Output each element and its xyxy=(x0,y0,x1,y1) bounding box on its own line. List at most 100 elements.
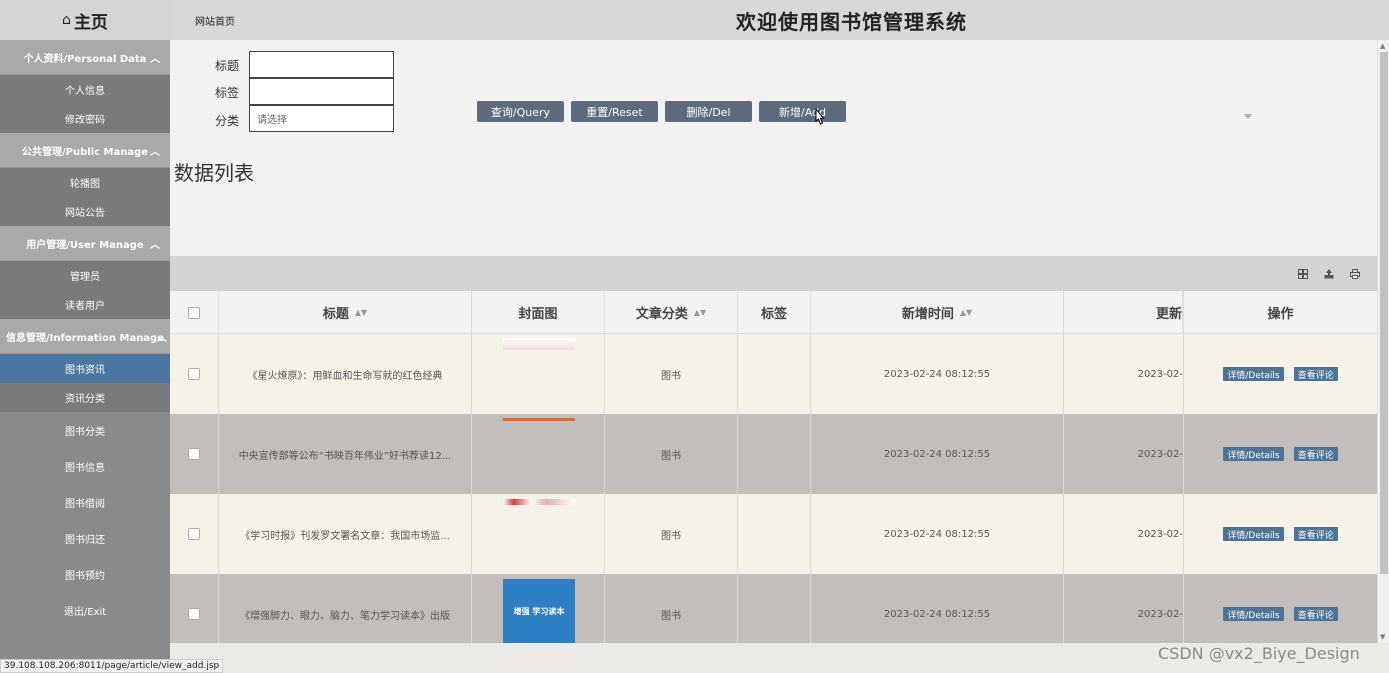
row-created: 2023-02-24 08:12:55 xyxy=(811,334,1064,414)
sidebar-item-book-return[interactable]: 图书归还 xyxy=(0,520,170,556)
row-checkbox[interactable] xyxy=(188,528,200,540)
vertical-scrollbar[interactable]: ▲ ▼ xyxy=(1377,40,1389,643)
chevron-up-icon: ︿ xyxy=(150,54,160,65)
details-button[interactable]: 详情/Details xyxy=(1223,527,1284,541)
sidebar-section-users[interactable]: 用户管理/User Manage ︿ xyxy=(0,226,170,261)
sidebar-item-carousel[interactable]: 轮播图 xyxy=(0,168,170,197)
select-all-checkbox[interactable] xyxy=(188,306,200,319)
status-url: 39.108.108.206:8011/page/article/view_ad… xyxy=(0,659,224,673)
row-checkbox[interactable] xyxy=(188,368,200,380)
comments-button[interactable]: 查看评论 xyxy=(1293,607,1338,621)
column-updated-label: 更新 xyxy=(1155,307,1182,322)
row-updated: 2023-02- xyxy=(1137,368,1183,380)
row-updated: 2023-02- xyxy=(1137,448,1183,460)
sort-icon[interactable]: ▲▼ xyxy=(694,308,706,317)
grid-icon[interactable] xyxy=(1298,269,1308,279)
sidebar-item-book-borrow[interactable]: 图书借阅 xyxy=(0,484,170,520)
row-cover xyxy=(472,494,605,574)
row-tag xyxy=(738,574,811,643)
column-actions-label: 操作 xyxy=(1267,307,1294,322)
details-button[interactable]: 详情/Details xyxy=(1223,447,1284,461)
column-category-label: 文章分类 xyxy=(635,307,688,322)
watermark: CSDN @vx2_Biye_Design xyxy=(1158,644,1360,663)
column-cover-label: 封面图 xyxy=(518,307,558,322)
mouse-cursor-icon xyxy=(815,108,825,125)
column-created[interactable]: 新增时间 ▲▼ xyxy=(811,291,1064,334)
column-category[interactable]: 文章分类 ▲▼ xyxy=(605,291,738,334)
section-title: 信息管理/Information Manage xyxy=(6,332,164,344)
row-updated: 2023-02- xyxy=(1137,528,1183,540)
title-input[interactable] xyxy=(249,51,394,78)
row-title: 《增强脚力、眼力、脑力、笔力学习读本》出版 xyxy=(219,574,472,654)
sidebar-section-personal[interactable]: 个人资料/Personal Data ︿ xyxy=(0,40,170,75)
details-button[interactable]: 详情/Details xyxy=(1223,367,1284,381)
scroll-up-icon[interactable]: ▲ xyxy=(1380,42,1385,50)
cover-text: 增强 学习读本 xyxy=(513,606,565,616)
row-title: 《星火燎原》：用鲜血和生命写就的红色经典 xyxy=(219,334,472,414)
scroll-down-icon[interactable]: ▼ xyxy=(1380,633,1385,641)
chevron-up-icon: ︿ xyxy=(150,240,160,251)
category-select[interactable]: 请选择 xyxy=(249,105,394,132)
top-header: 网站首页 欢迎使用图书馆管理系统 xyxy=(170,0,1389,40)
comments-button[interactable]: 查看评论 xyxy=(1293,527,1338,541)
details-button[interactable]: 详情/Details xyxy=(1223,607,1284,621)
comments-button[interactable]: 查看评论 xyxy=(1293,447,1338,461)
sidebar-item-exit[interactable]: 退出/Exit xyxy=(0,592,170,628)
sidebar-section-public[interactable]: 公共管理/Public Manage ︿ xyxy=(0,133,170,168)
row-created: 2023-02-24 08:12:55 xyxy=(811,574,1064,654)
home-link[interactable]: ⌂ 主页 xyxy=(0,0,170,40)
sidebar-item-book-category[interactable]: 图书分类 xyxy=(0,412,170,448)
home-label: 主页 xyxy=(73,12,108,33)
column-title[interactable]: 标题 ▲▼ xyxy=(219,291,472,334)
chevron-up-icon: ︿ xyxy=(157,333,167,344)
section-title: 个人资料/Personal Data xyxy=(23,53,147,65)
sidebar-item-admin[interactable]: 管理员 xyxy=(0,261,170,290)
comments-button[interactable]: 查看评论 xyxy=(1293,367,1338,381)
title-label: 标题 xyxy=(215,59,240,73)
row-tag xyxy=(738,414,811,494)
row-actions: 详情/Details 查看评论 xyxy=(1183,574,1377,654)
sidebar-item-change-password[interactable]: 修改密码 xyxy=(0,104,170,133)
sort-icon[interactable]: ▲▼ xyxy=(355,308,367,317)
row-checkbox[interactable] xyxy=(188,608,200,620)
dropdown-arrow-icon[interactable] xyxy=(1244,114,1252,119)
row-checkbox[interactable] xyxy=(188,448,200,460)
sidebar-item-book-news[interactable]: 图书资讯 xyxy=(0,354,170,383)
reset-button[interactable]: 重置/Reset xyxy=(571,101,658,122)
row-updated: 2023-02- xyxy=(1137,608,1183,620)
sidebar-item-readers[interactable]: 读者用户 xyxy=(0,290,170,319)
cover-image xyxy=(503,338,575,350)
delete-button[interactable]: 删除/Del xyxy=(665,101,752,122)
query-button[interactable]: 查询/Query xyxy=(477,101,564,122)
tag-input[interactable] xyxy=(249,78,394,105)
site-home-link[interactable]: 网站首页 xyxy=(195,13,235,28)
print-icon[interactable] xyxy=(1350,269,1360,279)
row-title: 《学习时报》刊发罗文署名文章：我国市场监... xyxy=(219,494,472,574)
page-title: 欢迎使用图书馆管理系统 xyxy=(736,10,967,34)
sidebar-section-info[interactable]: 信息管理/Information Manage ︿ xyxy=(0,319,170,354)
row-select-cell xyxy=(170,414,219,494)
sidebar-item-personal-info[interactable]: 个人信息 xyxy=(0,75,170,104)
row-tag xyxy=(738,494,811,574)
sidebar-item-book-reserve[interactable]: 图书预约 xyxy=(0,556,170,592)
scrollbar-thumb[interactable] xyxy=(1380,52,1388,574)
sidebar-item-book-info[interactable]: 图书信息 xyxy=(0,448,170,484)
row-select-cell xyxy=(170,574,219,654)
row-cover xyxy=(472,414,605,494)
column-actions: 操作 xyxy=(1183,291,1377,334)
table-toolbar xyxy=(170,256,1377,291)
table-row: 《星火燎原》：用鲜血和生命写就的红色经典 图书 2023-02-24 08:12… xyxy=(170,334,1377,414)
add-button[interactable]: 新增/Add xyxy=(759,101,846,122)
sidebar-item-announcement[interactable]: 网站公告 xyxy=(0,197,170,226)
table-header: 标题 ▲▼ 封面图 文章分类 ▲▼ 标签 新增时间 ▲▼ 更新 操作 xyxy=(170,291,1377,334)
row-actions: 详情/Details 查看评论 xyxy=(1183,334,1377,414)
column-updated[interactable]: 更新 xyxy=(1064,291,1183,334)
sidebar: ⌂ 主页 个人资料/Personal Data ︿ 个人信息 修改密码 公共管理… xyxy=(0,0,170,673)
row-actions: 详情/Details 查看评论 xyxy=(1183,414,1377,494)
export-icon[interactable] xyxy=(1324,269,1334,279)
sidebar-item-news-category[interactable]: 资讯分类 xyxy=(0,383,170,412)
column-tag-label: 标签 xyxy=(760,307,787,322)
column-tag: 标签 xyxy=(738,291,811,334)
sort-icon[interactable]: ▲▼ xyxy=(960,308,972,317)
row-actions: 详情/Details 查看评论 xyxy=(1183,494,1377,574)
